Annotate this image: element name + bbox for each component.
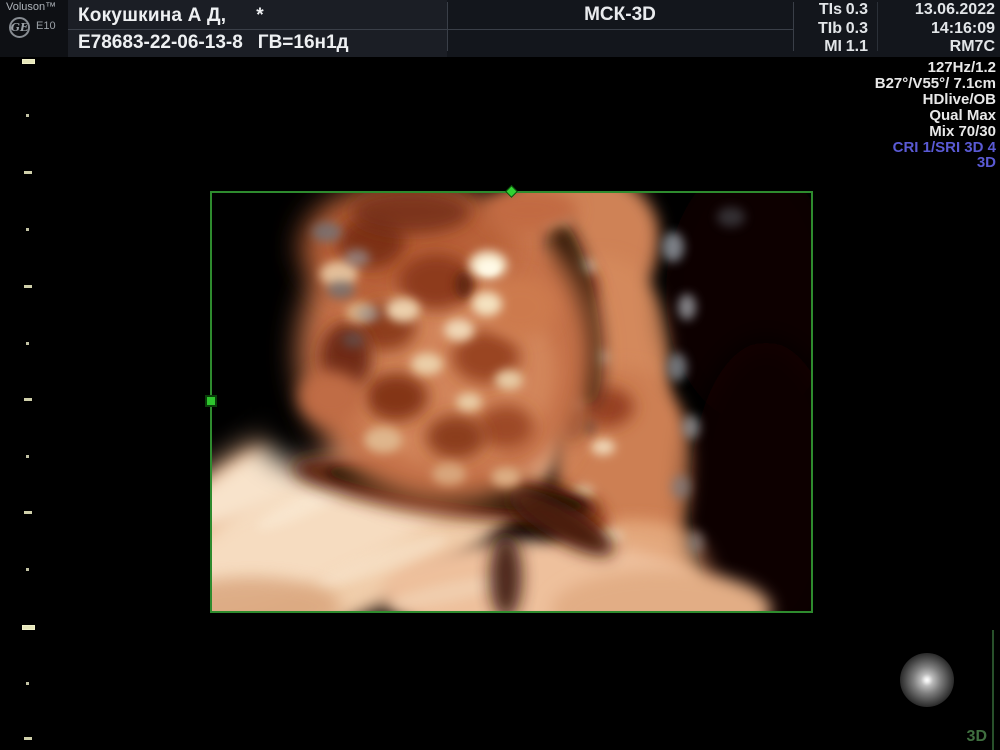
ruler-mark (22, 59, 35, 64)
ti-label: TIb (806, 20, 842, 39)
param-line: Qual Max (875, 108, 996, 124)
thermal-index-panel: TIs 0.3 TIb 0.3 MI 1.1 (794, 1, 874, 57)
probe-name: RM7C (875, 38, 995, 57)
ti-label: TIs (806, 1, 842, 20)
patient-id: E78683-22-06-13-8 (78, 32, 243, 53)
roi-box[interactable] (210, 191, 813, 613)
ruler-mark (26, 342, 29, 345)
ti-label: MI (806, 38, 842, 57)
ruler-mark (24, 285, 32, 288)
vendor-logo-block: Voluson™ GE E10 (0, 0, 68, 57)
render-frame-corner (992, 630, 994, 750)
ruler-mark (24, 511, 32, 514)
acquisition-params: 127Hz/1.2 B27°/V55°/ 7.1cm HDlive/OB Qua… (875, 60, 996, 171)
roi-handle-left[interactable] (205, 395, 217, 407)
topbar-divider-horizontal (68, 29, 793, 30)
model-name: E10 (36, 20, 56, 32)
product-name: Voluson™ (6, 1, 56, 13)
ruler-mark (26, 114, 29, 117)
ruler-mark (22, 625, 35, 630)
trackball-indicator (900, 653, 954, 707)
topbar-divider-1 (447, 2, 448, 51)
ruler-mark (24, 398, 32, 401)
ruler-mark (26, 682, 29, 685)
ruler-mark (24, 171, 32, 174)
param-line-3d: 3D (875, 155, 996, 171)
ti-value: 1.1 (842, 38, 874, 57)
param-line: HDlive/OB (875, 92, 996, 108)
ge-logo-icon: GE (9, 17, 30, 38)
datetime-panel: 13.06.2022 14:16:09 RM7C (875, 1, 995, 57)
exam-time: 14:16:09 (875, 20, 995, 39)
exam-date: 13.06.2022 (875, 1, 995, 20)
patient-id-row: E78683-22-06-13-8 ГВ=16н1д (78, 31, 349, 54)
param-line: 127Hz/1.2 (875, 60, 996, 76)
ti-value: 0.3 (842, 20, 874, 39)
ultrasound-screen: Voluson™ GE E10 Кокушкина А Д, * E78683-2… (0, 0, 1000, 750)
patient-marker: * (256, 5, 264, 26)
param-line: B27°/V55°/ 7.1cm (875, 76, 996, 92)
gestational-age: ГВ=16н1д (258, 32, 349, 53)
exam-preset: МСК-3D (447, 0, 793, 29)
ti-row: MI 1.1 (794, 38, 874, 57)
ruler-mark (26, 455, 29, 458)
roi-handle-top[interactable] (505, 185, 518, 198)
ruler-mark (26, 228, 29, 231)
ruler-mark (26, 568, 29, 571)
patient-name-row: Кокушкина А Д, * (78, 3, 264, 28)
ruler-mark (24, 737, 32, 740)
patient-name: Кокушкина А Д, (78, 5, 226, 26)
ti-row: TIs 0.3 (794, 1, 874, 20)
param-line-cri-sri: CRI 1/SRI 3D 4 (875, 140, 996, 156)
ti-value: 0.3 (842, 1, 874, 20)
ti-row: TIb 0.3 (794, 20, 874, 39)
param-line: Mix 70/30 (875, 124, 996, 140)
mode-label-3d: 3D (967, 728, 987, 746)
top-status-bar: Voluson™ GE E10 Кокушкина А Д, * E78683-2… (0, 0, 1000, 57)
